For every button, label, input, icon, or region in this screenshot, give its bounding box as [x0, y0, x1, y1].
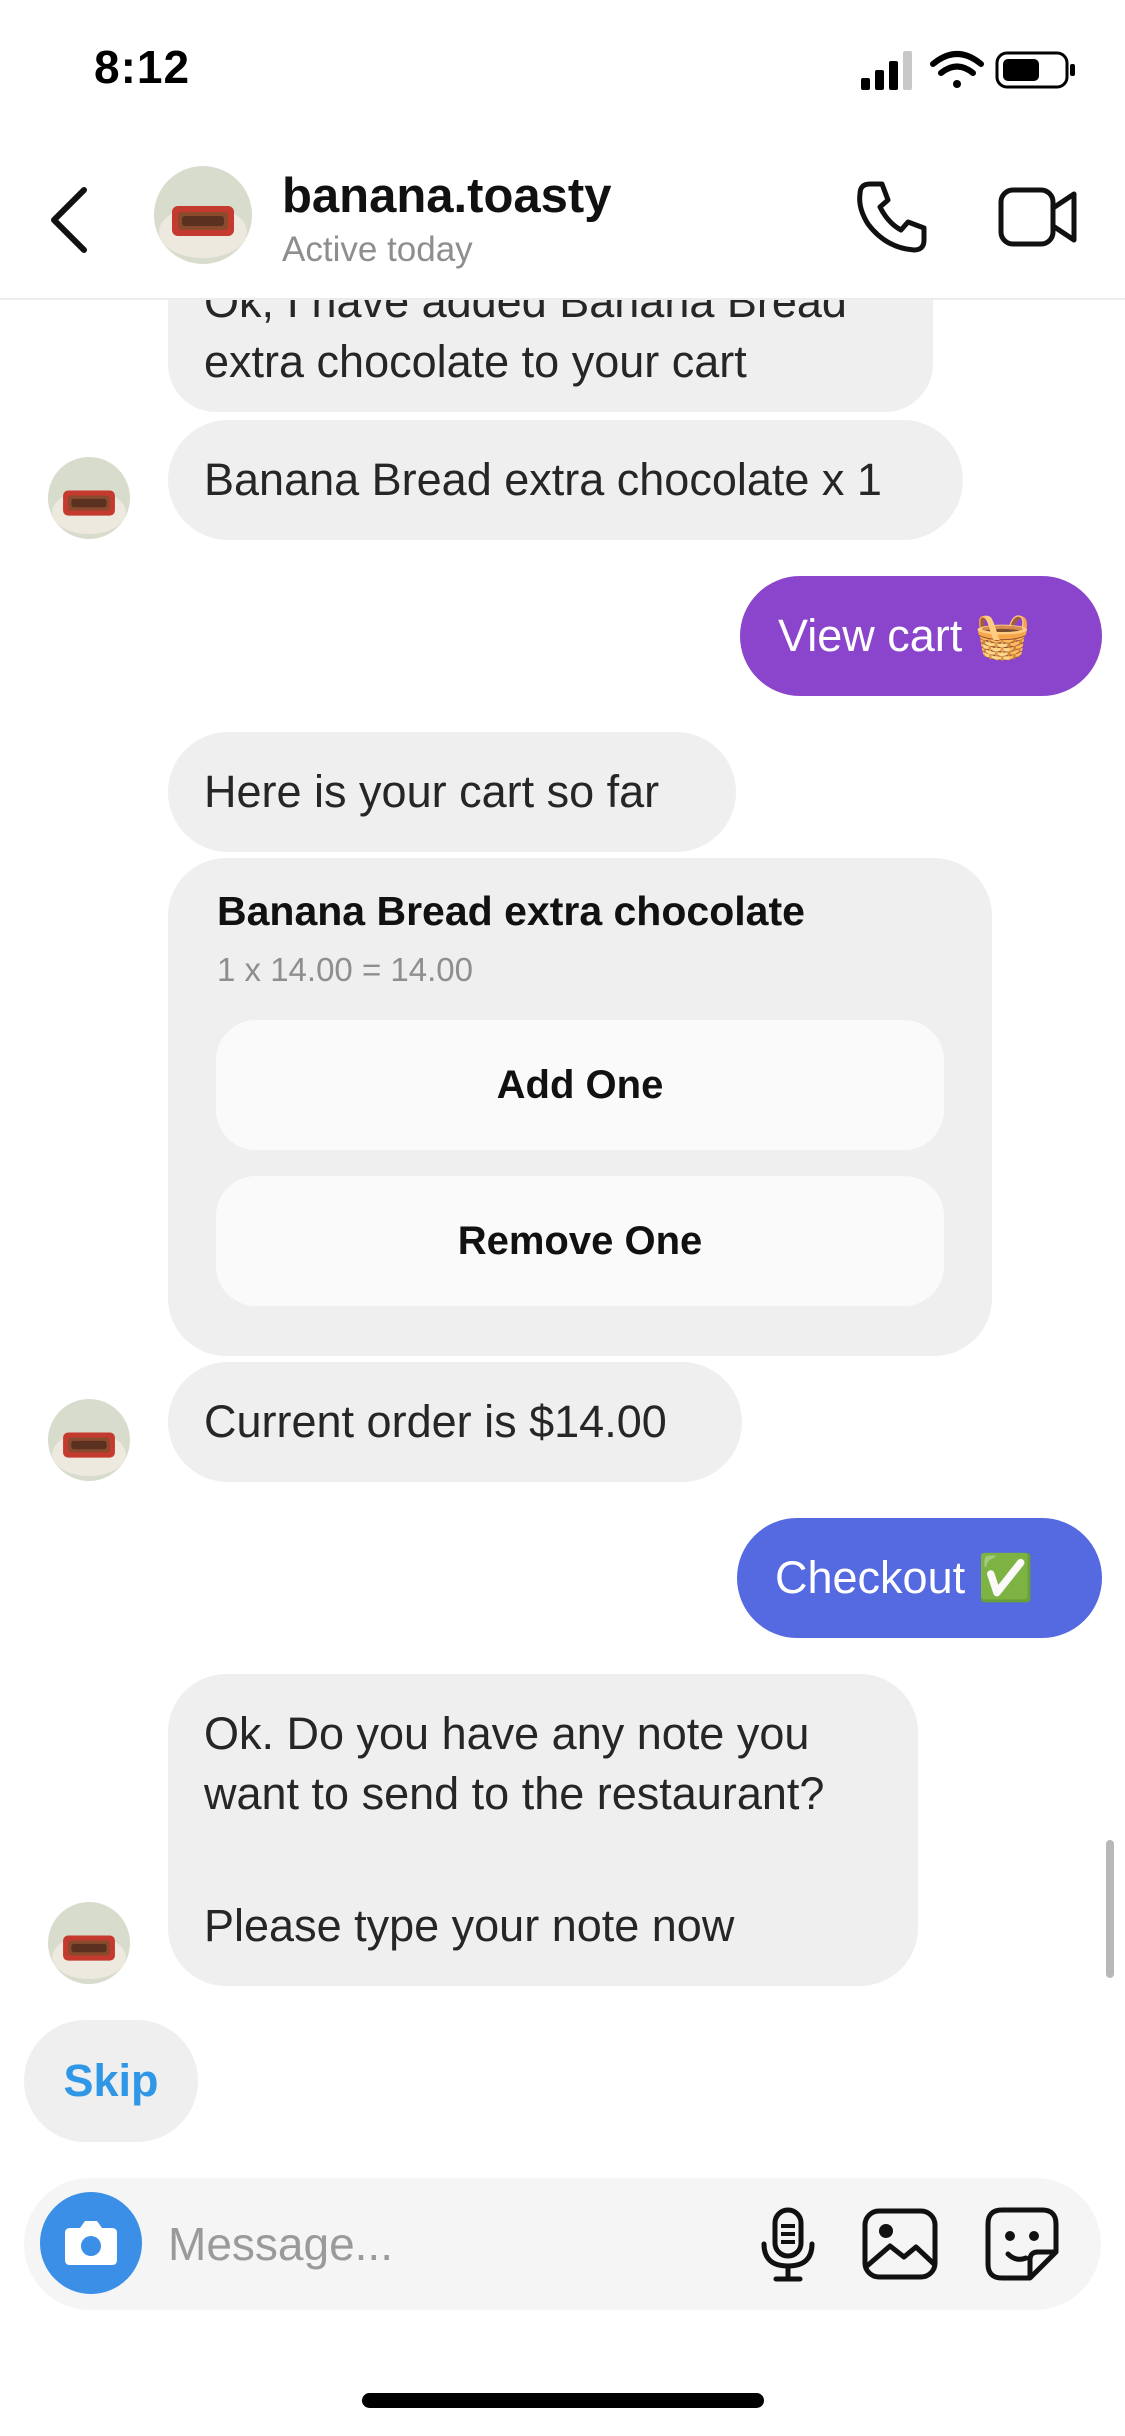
cart-item-detail: 1 x 14.00 = 14.00	[217, 951, 473, 988]
sticker-button[interactable]	[980, 2202, 1064, 2286]
message-line: Ok, I have added Banana Bread	[204, 300, 847, 327]
camera-icon	[65, 2221, 117, 2265]
message-text: Banana Bread extra chocolate x 1	[204, 454, 882, 505]
message-cart-item: Banana Bread extra chocolate x 1	[168, 420, 963, 540]
message-line: want to send to the restaurant?	[204, 1768, 825, 1819]
contact-status: Active today	[282, 230, 473, 269]
message-checkout: Checkout ✅	[737, 1518, 1102, 1638]
call-button[interactable]	[852, 176, 932, 256]
banana-bread-photo-icon	[154, 166, 252, 264]
back-arrow-icon	[51, 187, 87, 253]
video-call-button[interactable]	[996, 178, 1080, 258]
phone-icon	[857, 181, 927, 253]
contact-name[interactable]: banana.toasty	[282, 168, 611, 224]
message-text: View cart 🧺	[778, 610, 1031, 661]
microphone-button[interactable]	[746, 2202, 830, 2286]
chat-header: banana.toasty Active today	[0, 140, 1125, 300]
message-line: Ok. Do you have any note you	[204, 1708, 810, 1759]
home-indicator	[362, 2393, 764, 2408]
message-text: Here is your cart so far	[204, 766, 660, 817]
status-icons	[861, 48, 1081, 92]
message-line: extra chocolate to your cart	[204, 336, 747, 387]
banana-bread-photo-icon	[48, 1902, 130, 1984]
message-cart-intro: Here is your cart so far	[168, 732, 736, 852]
remove-one-button[interactable]: Remove One	[216, 1176, 944, 1306]
cart-item-title: Banana Bread extra chocolate	[217, 888, 805, 934]
status-time: 8:12	[94, 41, 191, 93]
avatar	[48, 457, 130, 539]
cart-card: Banana Bread extra chocolate 1 x 14.00 =…	[168, 858, 992, 1356]
message-line-gap	[204, 1824, 882, 1896]
video-camera-icon	[998, 187, 1077, 247]
message-input[interactable]	[168, 2202, 728, 2286]
message-text: Current order is $14.00	[204, 1396, 667, 1447]
banana-bread-photo-icon	[48, 457, 130, 539]
scrollbar[interactable]	[1106, 1840, 1114, 1978]
message-view-cart: View cart 🧺	[740, 576, 1102, 696]
banana-bread-photo-icon	[48, 1399, 130, 1481]
add-one-button[interactable]: Add One	[216, 1020, 944, 1150]
message-composer	[24, 2178, 1101, 2310]
camera-button[interactable]	[40, 2192, 142, 2294]
avatar	[48, 1902, 130, 1984]
signal-icon	[861, 51, 912, 90]
battery-icon	[995, 51, 1075, 89]
message-current-order: Current order is $14.00	[168, 1362, 742, 1482]
message-thread[interactable]: Ok, I have added Banana Bread extra choc…	[0, 300, 1125, 2190]
status-bar: 8:12	[0, 0, 1125, 140]
avatar	[48, 1399, 130, 1481]
message-line: Please type your note now	[204, 1900, 735, 1951]
microphone-icon	[761, 2207, 815, 2282]
skip-quick-reply-button[interactable]: Skip	[24, 2020, 198, 2142]
avatar[interactable]	[154, 166, 252, 264]
back-button[interactable]	[40, 180, 120, 260]
message-text: Checkout ✅	[775, 1552, 1034, 1603]
wifi-icon	[930, 51, 984, 88]
gallery-icon	[862, 2208, 938, 2280]
gallery-button[interactable]	[858, 2202, 942, 2286]
message-note-request: Ok. Do you have any note you want to sen…	[168, 1674, 918, 1986]
message-added-to-cart: Ok, I have added Banana Bread extra choc…	[168, 300, 933, 412]
sticker-icon	[985, 2207, 1059, 2281]
